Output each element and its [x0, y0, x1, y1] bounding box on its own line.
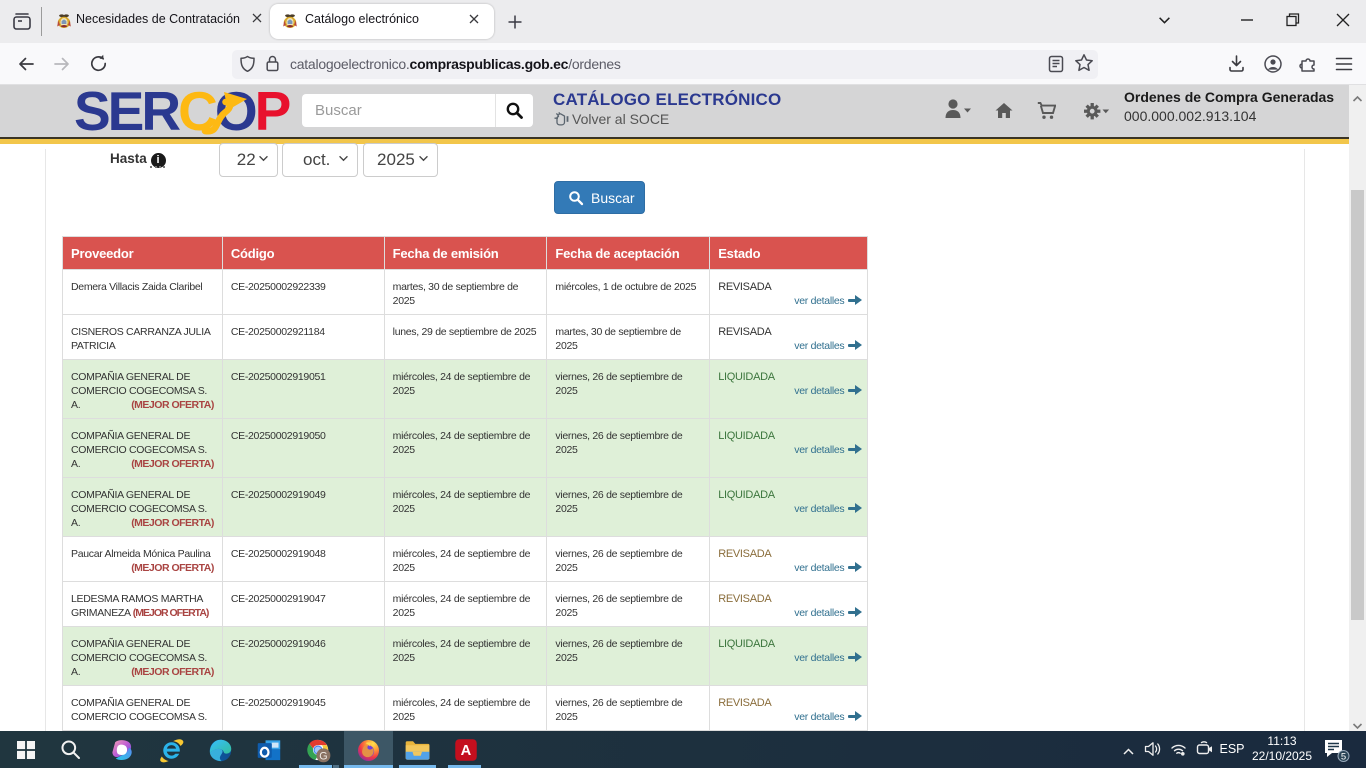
svg-text:G: G — [319, 750, 327, 762]
svg-text:A: A — [461, 743, 472, 759]
svg-text:5: 5 — [1341, 752, 1346, 763]
